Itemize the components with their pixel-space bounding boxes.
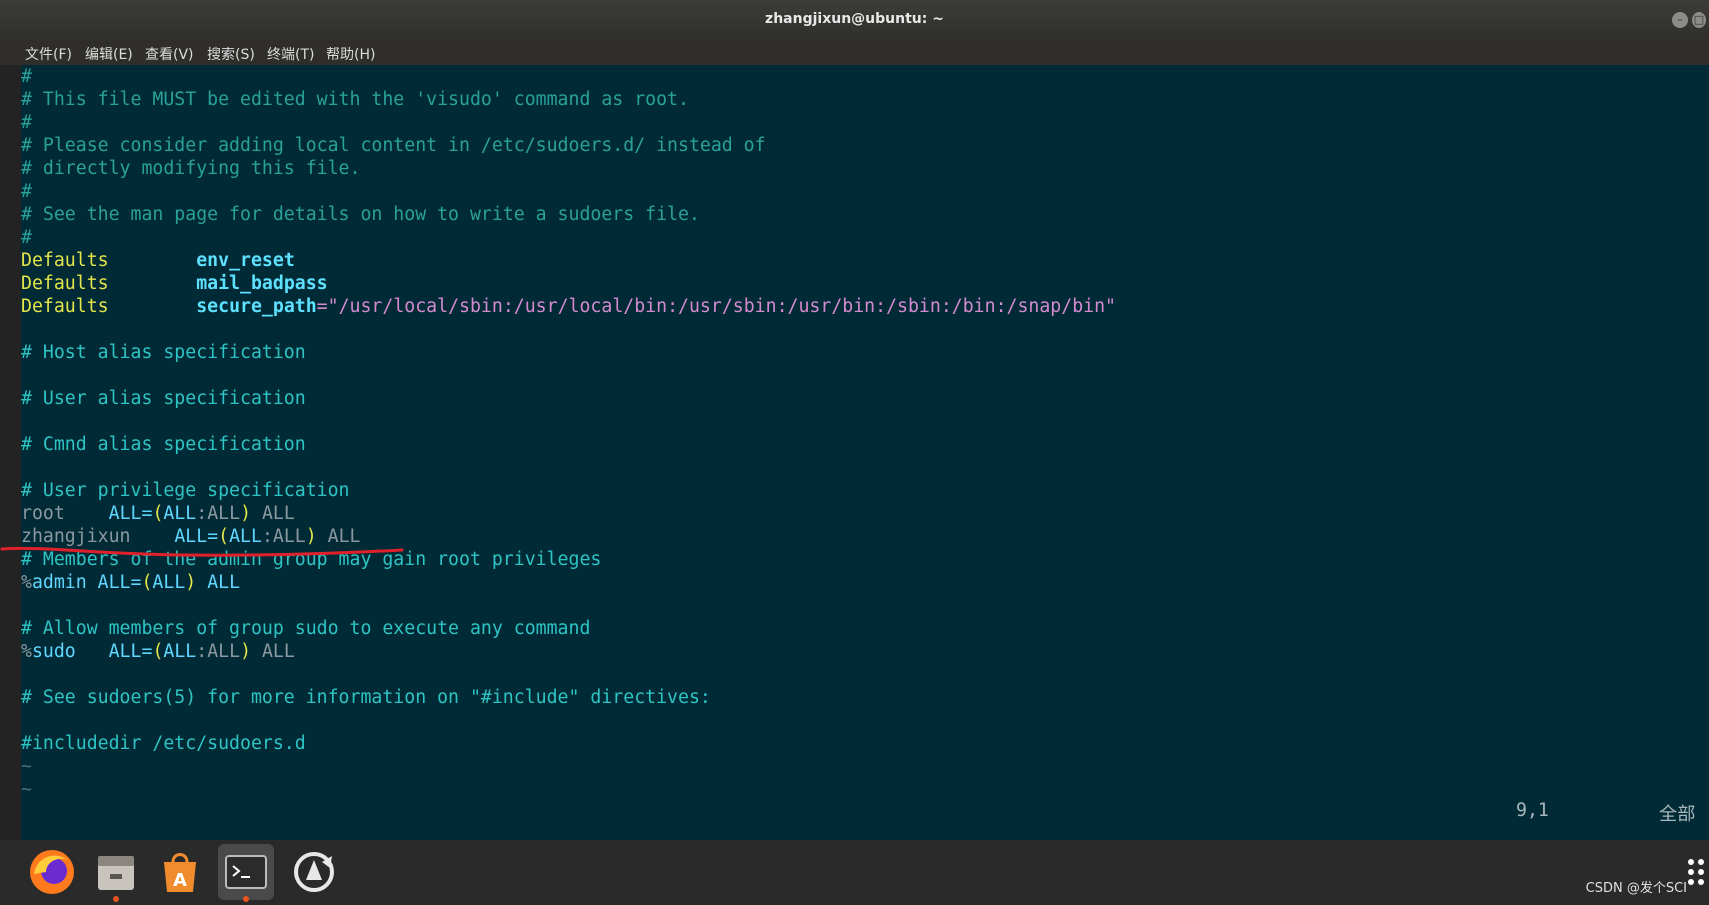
comment-line: #	[21, 66, 32, 87]
cursor-position: 9,1	[1516, 800, 1549, 821]
window-titlebar: – □ zhangjixun@ubuntu: ~	[0, 0, 1709, 42]
defaults-secure-path-line: Defaults secure_path="/usr/local/sbin:/u…	[21, 296, 1117, 317]
running-indicator	[113, 896, 119, 902]
comment-line: # See sudoers(5) for more information on…	[21, 687, 711, 708]
comment-line: # Allow members of group sudo to execute…	[21, 618, 591, 639]
comment-line: # Members of the admin group may gain ro…	[21, 549, 602, 570]
menu-terminal[interactable]: 终端(T)	[267, 44, 314, 64]
admin-privilege-line: %admin ALL=(ALL) ALL	[21, 572, 241, 593]
software-updater-icon[interactable]	[286, 844, 342, 900]
running-indicator	[243, 896, 249, 902]
window-title: zhangjixun@ubuntu: ~	[765, 11, 944, 27]
view-scope: 全部	[1659, 804, 1696, 825]
firefox-icon[interactable]	[24, 844, 80, 900]
menu-search[interactable]: 搜索(S)	[207, 44, 255, 64]
svg-text:A: A	[173, 870, 187, 891]
comment-line: # See the man page for details on how to…	[21, 204, 700, 225]
empty-line-tilde: ~	[21, 779, 32, 800]
includedir-line: #includedir /etc/sudoers.d	[21, 733, 306, 754]
comment-line: # Cmnd alias specification	[21, 434, 306, 455]
comment-line: # directly modifying this file.	[21, 158, 361, 179]
zhangjixun-privilege-line: zhangjixun ALL=(ALL:ALL) ALL	[21, 526, 361, 547]
comment-line: # User alias specification	[21, 388, 306, 409]
show-applications-icon[interactable]	[1687, 858, 1707, 886]
comment-line: #	[21, 112, 32, 133]
defaults-env-reset-line: Defaults env_reset	[21, 250, 295, 271]
taskbar: A	[0, 840, 1709, 905]
menu-file[interactable]: 文件(F)	[25, 44, 72, 64]
empty-line-tilde: ~	[21, 756, 32, 777]
comment-line: # User privilege specification	[21, 480, 350, 501]
menu-bar: 文件(F) 编辑(E) 查看(V) 搜索(S) 终端(T) 帮助(H)	[0, 42, 1709, 65]
terminal-pane[interactable]: # # This file MUST be edited with the 'v…	[21, 65, 1709, 840]
watermark: CSDN @发个SCI	[1585, 881, 1687, 896]
menu-edit[interactable]: 编辑(E)	[85, 44, 133, 64]
comment-line: #	[21, 227, 32, 248]
root-privilege-line: root ALL=(ALL:ALL) ALL	[21, 503, 295, 524]
defaults-mail-badpass-line: Defaults mail_badpass	[21, 273, 328, 294]
comment-line: # Please consider adding local content i…	[21, 135, 766, 156]
menu-help[interactable]: 帮助(H)	[326, 44, 375, 64]
comment-line: # Host alias specification	[21, 342, 306, 363]
software-center-icon[interactable]: A	[152, 844, 208, 900]
menu-view[interactable]: 查看(V)	[145, 44, 194, 64]
sudo-privilege-line: %sudo ALL=(ALL:ALL) ALL	[21, 641, 295, 662]
comment-line: # This file MUST be edited with the 'vis…	[21, 89, 689, 110]
files-icon[interactable]	[88, 844, 144, 902]
terminal-icon[interactable]	[218, 844, 274, 902]
comment-line: #	[21, 181, 32, 202]
